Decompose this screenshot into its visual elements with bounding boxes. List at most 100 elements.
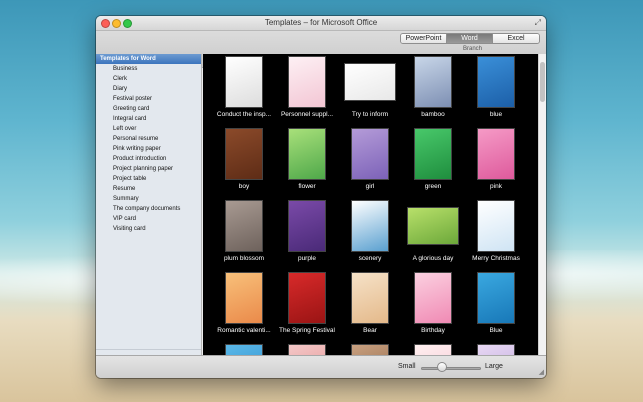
title-bar[interactable]: Templates – for Microsoft Office ⤢: [96, 16, 546, 31]
category-sidebar: Templates for Word Business Clerk Diary Fes…: [96, 54, 202, 355]
bottom-bar: Small Large ◢: [96, 355, 546, 378]
template-thumbnail[interactable]: [225, 128, 263, 180]
sidebar-item[interactable]: Visiting card: [96, 224, 201, 234]
template-label: Blue: [489, 327, 503, 334]
template-thumbnail[interactable]: [225, 272, 263, 324]
template-tile[interactable]: [465, 342, 527, 355]
sidebar-item[interactable]: Project planning paper: [96, 164, 201, 174]
sidebar-item[interactable]: Business: [96, 64, 201, 74]
template-thumbnail[interactable]: [477, 272, 515, 324]
template-thumbnail[interactable]: [351, 200, 389, 252]
templates-window: Templates – for Microsoft Office ⤢ Power…: [96, 16, 546, 378]
segment-excel[interactable]: Excel: [493, 34, 539, 43]
sidebar-item[interactable]: VIP card: [96, 214, 201, 224]
sidebar-item[interactable]: Diary: [96, 84, 201, 94]
template-tile[interactable]: plum blossom: [213, 198, 275, 270]
sidebar-item[interactable]: Summary: [96, 194, 201, 204]
template-label: Merry Christmas: [472, 255, 520, 262]
template-label: Conduct the insp...: [216, 111, 272, 118]
fullscreen-icon[interactable]: ⤢: [535, 18, 541, 28]
template-tile[interactable]: [213, 342, 275, 355]
sidebar-item[interactable]: Personal resume: [96, 134, 201, 144]
office-app-segmented-control: PowerPoint Word Excel: [400, 33, 540, 44]
template-thumbnail[interactable]: [288, 128, 326, 180]
template-label: flower: [298, 183, 316, 190]
template-thumbnail[interactable]: [414, 272, 452, 324]
template-tile[interactable]: green: [402, 126, 464, 198]
sidebar-header[interactable]: Templates for Word: [96, 54, 201, 64]
template-tile[interactable]: [339, 342, 401, 355]
template-thumbnail[interactable]: [477, 200, 515, 252]
sidebar-item[interactable]: Resume: [96, 184, 201, 194]
template-tile[interactable]: girl: [339, 126, 401, 198]
segment-caption: Branch: [462, 46, 482, 52]
segment-word[interactable]: Word: [447, 34, 493, 43]
template-thumbnail[interactable]: [351, 272, 389, 324]
template-grid: Conduct the insp... Personnel suppl... Try…: [203, 54, 538, 355]
template-thumbnail[interactable]: [288, 200, 326, 252]
sidebar-item[interactable]: Clerk: [96, 74, 201, 84]
template-tile[interactable]: bamboo: [402, 54, 464, 126]
sidebar-item[interactable]: Product introduction: [96, 154, 201, 164]
template-tile[interactable]: Personnel suppl...: [276, 54, 338, 126]
sidebar-item[interactable]: Left over: [96, 124, 201, 134]
template-thumbnail[interactable]: [414, 344, 452, 355]
template-thumbnail[interactable]: [288, 344, 326, 355]
template-tile[interactable]: Try to inform: [339, 54, 401, 126]
template-tile[interactable]: A glorious day: [402, 198, 464, 270]
slider-knob[interactable]: [437, 362, 447, 372]
template-tile[interactable]: pink: [465, 126, 527, 198]
template-thumbnail[interactable]: [288, 56, 326, 108]
template-label: purple: [297, 255, 317, 262]
template-label: Romantic valenti...: [217, 327, 271, 334]
template-thumbnail[interactable]: [414, 56, 452, 108]
template-thumbnail[interactable]: [477, 344, 515, 355]
template-label: girl: [365, 183, 375, 190]
template-tile[interactable]: boy: [213, 126, 275, 198]
template-tile[interactable]: scenery: [339, 198, 401, 270]
template-tile[interactable]: [276, 342, 338, 355]
sidebar-item[interactable]: The company documents: [96, 204, 201, 214]
sidebar-item[interactable]: Project table: [96, 174, 201, 184]
sidebar-item[interactable]: Integral card: [96, 114, 201, 124]
template-thumbnail[interactable]: [344, 63, 396, 101]
template-tile[interactable]: Blue: [465, 270, 527, 342]
size-large-label: Large: [485, 363, 503, 370]
template-thumbnail[interactable]: [407, 207, 459, 245]
template-thumbnail[interactable]: [225, 56, 263, 108]
window-title: Templates – for Microsoft Office: [264, 18, 378, 27]
sidebar-item[interactable]: Greeting card: [96, 104, 201, 114]
template-thumbnail[interactable]: [351, 344, 389, 355]
template-thumbnail[interactable]: [414, 128, 452, 180]
template-tile[interactable]: Birthday: [402, 270, 464, 342]
template-tile[interactable]: Merry Christmas: [465, 198, 527, 270]
template-thumbnail[interactable]: [351, 128, 389, 180]
template-tile[interactable]: The Spring Festival: [276, 270, 338, 342]
template-tile[interactable]: Romantic valenti...: [213, 270, 275, 342]
sidebar-item[interactable]: Pink writing paper: [96, 144, 201, 154]
template-thumbnail[interactable]: [225, 344, 263, 355]
template-thumbnail[interactable]: [225, 200, 263, 252]
template-tile[interactable]: flower: [276, 126, 338, 198]
template-thumbnail[interactable]: [477, 128, 515, 180]
scrollbar-thumb[interactable]: [540, 62, 545, 102]
template-tile[interactable]: Bear: [339, 270, 401, 342]
template-tile[interactable]: Conduct the insp...: [213, 54, 275, 126]
template-label: blue: [489, 111, 503, 118]
template-tile[interactable]: [402, 342, 464, 355]
template-tile[interactable]: purple: [276, 198, 338, 270]
vertical-scrollbar[interactable]: [538, 54, 546, 355]
template-label: pink: [490, 183, 502, 190]
thumbnail-size-slider[interactable]: [421, 367, 481, 370]
template-thumbnail[interactable]: [288, 272, 326, 324]
template-label: green: [424, 183, 442, 190]
template-label: Try to inform: [351, 111, 389, 118]
template-label: bamboo: [421, 111, 445, 118]
template-tile[interactable]: blue: [465, 54, 527, 126]
segment-powerpoint[interactable]: PowerPoint: [401, 34, 447, 43]
size-small-label: Small: [398, 363, 416, 370]
sidebar-item[interactable]: Festival poster: [96, 94, 201, 104]
template-thumbnail[interactable]: [477, 56, 515, 108]
resize-grip-icon[interactable]: ◢: [539, 368, 544, 376]
template-label: plum blossom: [223, 255, 265, 262]
